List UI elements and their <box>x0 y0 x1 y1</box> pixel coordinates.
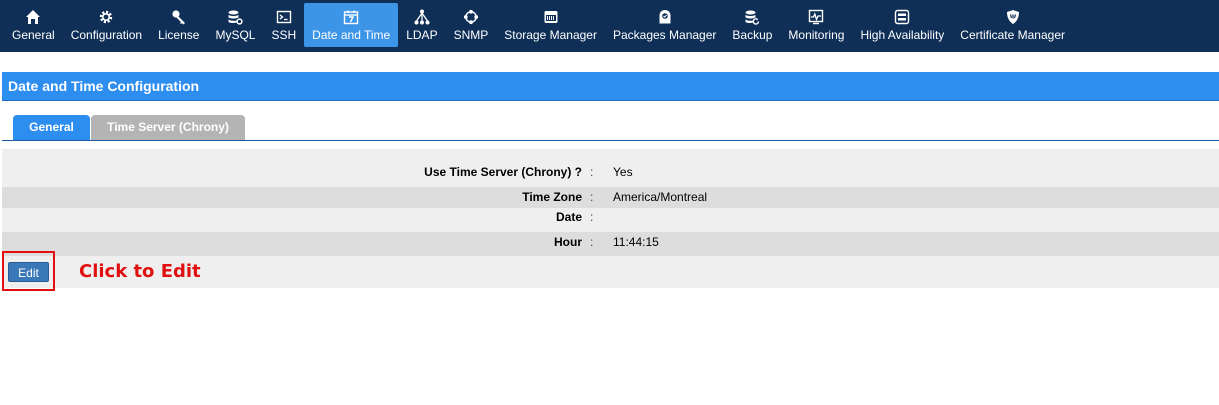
field-label: Hour <box>554 235 582 249</box>
nav-packages-manager[interactable]: Packages Manager <box>605 3 724 47</box>
tab-general[interactable]: General <box>13 115 90 140</box>
nav-label: General <box>12 28 55 42</box>
field-label: Date <box>555 210 582 224</box>
row-date: Date : <box>2 207 1219 228</box>
calendar-icon <box>343 7 359 27</box>
nav-general[interactable]: General <box>4 3 63 47</box>
nav-storage-manager[interactable]: Storage Manager <box>496 3 605 47</box>
terminal-icon <box>276 7 292 27</box>
annotation-text: Click to Edit <box>79 261 201 282</box>
heartbeat-monitor-icon <box>808 7 824 27</box>
shield-icon <box>1005 7 1021 27</box>
page-title: Date and Time Configuration <box>2 72 1219 101</box>
database-refresh-icon <box>744 7 760 27</box>
server-stack-icon <box>894 7 910 27</box>
nav-high-availability[interactable]: High Availability <box>852 3 952 47</box>
field-value: Yes <box>613 165 633 179</box>
nav-monitoring[interactable]: Monitoring <box>780 3 852 47</box>
nav-label: SSH <box>271 28 297 42</box>
nav-label: MySQL <box>215 28 256 42</box>
nav-label: High Availability <box>860 28 945 42</box>
nav-backup[interactable]: Backup <box>724 3 780 47</box>
network-ring-icon <box>463 7 479 27</box>
field-value: America/Montreal <box>613 190 708 204</box>
field-label: Use Time Server (Chrony) ? <box>424 165 582 179</box>
nav-label: Storage Manager <box>504 28 597 42</box>
row-time-zone: Time Zone : America/Montreal <box>2 187 1219 208</box>
home-icon <box>25 7 41 27</box>
row-hour: Hour : 11:44:15 <box>2 232 1219 256</box>
nav-snmp[interactable]: SNMP <box>446 3 497 47</box>
row-use-time-server: Use Time Server (Chrony) ? : Yes <box>2 162 1219 183</box>
field-separator: : <box>590 165 594 179</box>
nav-label: Configuration <box>70 28 143 42</box>
storage-icon <box>543 7 559 27</box>
nav-label: SNMP <box>453 28 489 42</box>
field-separator: : <box>590 190 594 204</box>
nav-ssh[interactable]: SSH <box>263 3 304 47</box>
field-separator: : <box>590 235 594 249</box>
nav-label: Date and Time <box>312 28 391 42</box>
tab-bar: General Time Server (Chrony) <box>2 115 1219 141</box>
nav-mysql[interactable]: MySQL <box>207 3 263 47</box>
nav-label: Backup <box>732 28 773 42</box>
nav-ldap[interactable]: LDAP <box>398 3 445 47</box>
nav-label: Packages Manager <box>612 28 717 42</box>
edit-highlight-box: Edit <box>2 251 55 291</box>
hierarchy-icon <box>414 7 430 27</box>
nav-license[interactable]: License <box>150 3 207 47</box>
field-label: Time Zone <box>522 190 582 204</box>
nav-label: Certificate Manager <box>960 28 1065 42</box>
nav-label: License <box>158 28 200 42</box>
key-icon <box>171 7 187 27</box>
edit-button[interactable]: Edit <box>8 262 49 282</box>
field-separator: : <box>590 210 594 224</box>
tab-time-server[interactable]: Time Server (Chrony) <box>91 115 245 140</box>
nav-certificate-manager[interactable]: Certificate Manager <box>952 3 1073 47</box>
package-icon <box>657 7 673 27</box>
nav-label: LDAP <box>406 28 438 42</box>
field-value: 11:44:15 <box>613 235 659 249</box>
nav-label: Monitoring <box>788 28 845 42</box>
top-navigation: General Configuration License MySQL SSH … <box>0 0 1219 52</box>
gear-icon <box>98 7 114 27</box>
nav-configuration[interactable]: Configuration <box>63 3 150 47</box>
nav-date-and-time[interactable]: Date and Time <box>304 3 399 47</box>
database-gear-icon <box>227 7 244 27</box>
